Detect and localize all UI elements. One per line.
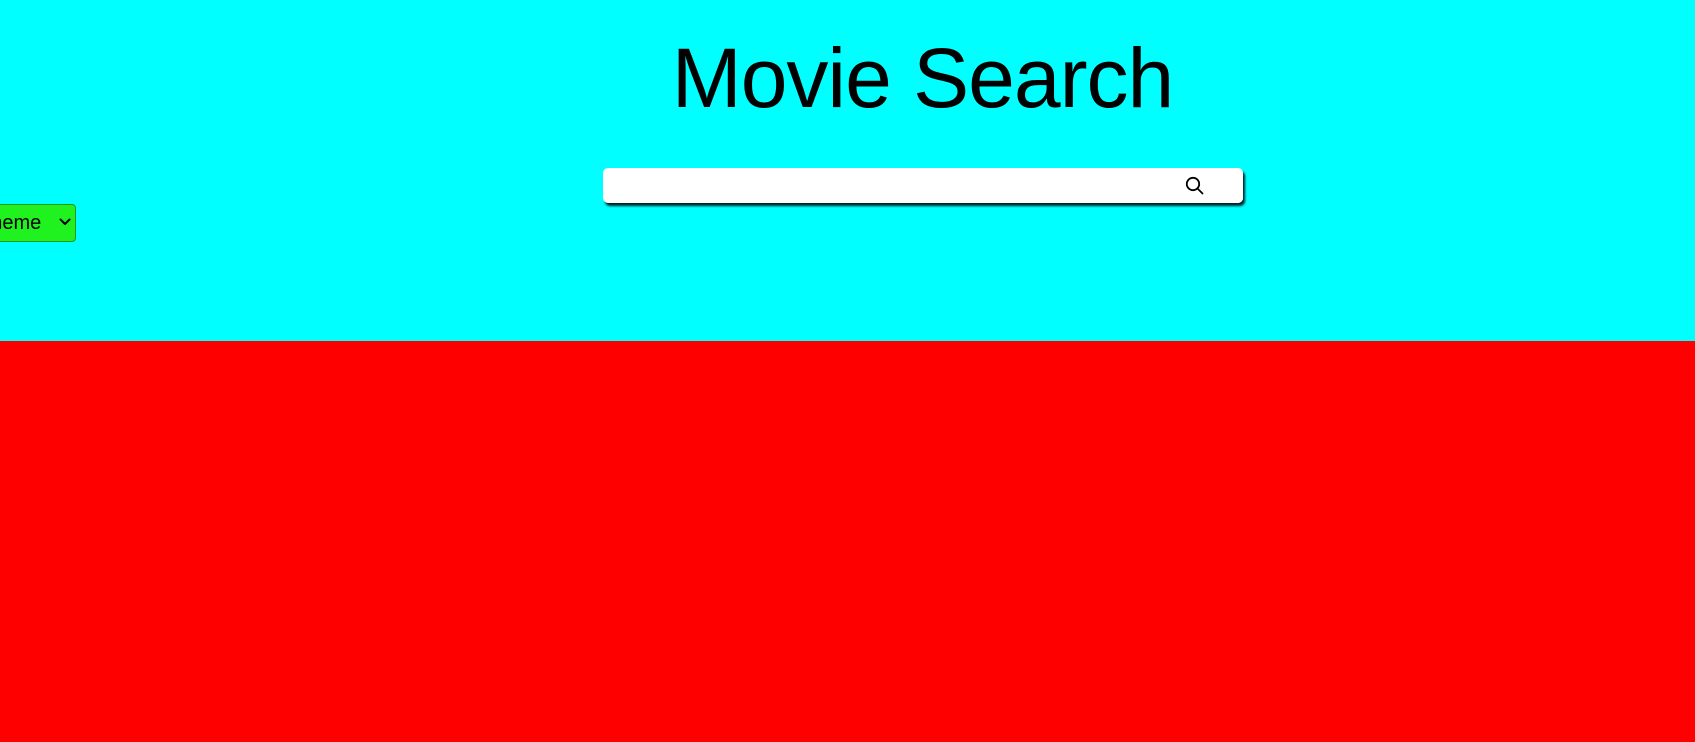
- search-input[interactable]: [603, 168, 1143, 203]
- search-button[interactable]: [1143, 168, 1243, 203]
- theme-select-label: Theme: [0, 212, 42, 234]
- results-area: [0, 341, 1695, 742]
- search-bar: [603, 168, 1243, 203]
- header: Movie Search Theme: [0, 0, 1695, 341]
- page: Movie Search Theme: [0, 0, 1695, 742]
- page-title: Movie Search: [671, 31, 1175, 125]
- search-icon: [1185, 176, 1204, 195]
- chevron-down-icon: [59, 218, 71, 225]
- theme-select[interactable]: Theme: [0, 204, 76, 242]
